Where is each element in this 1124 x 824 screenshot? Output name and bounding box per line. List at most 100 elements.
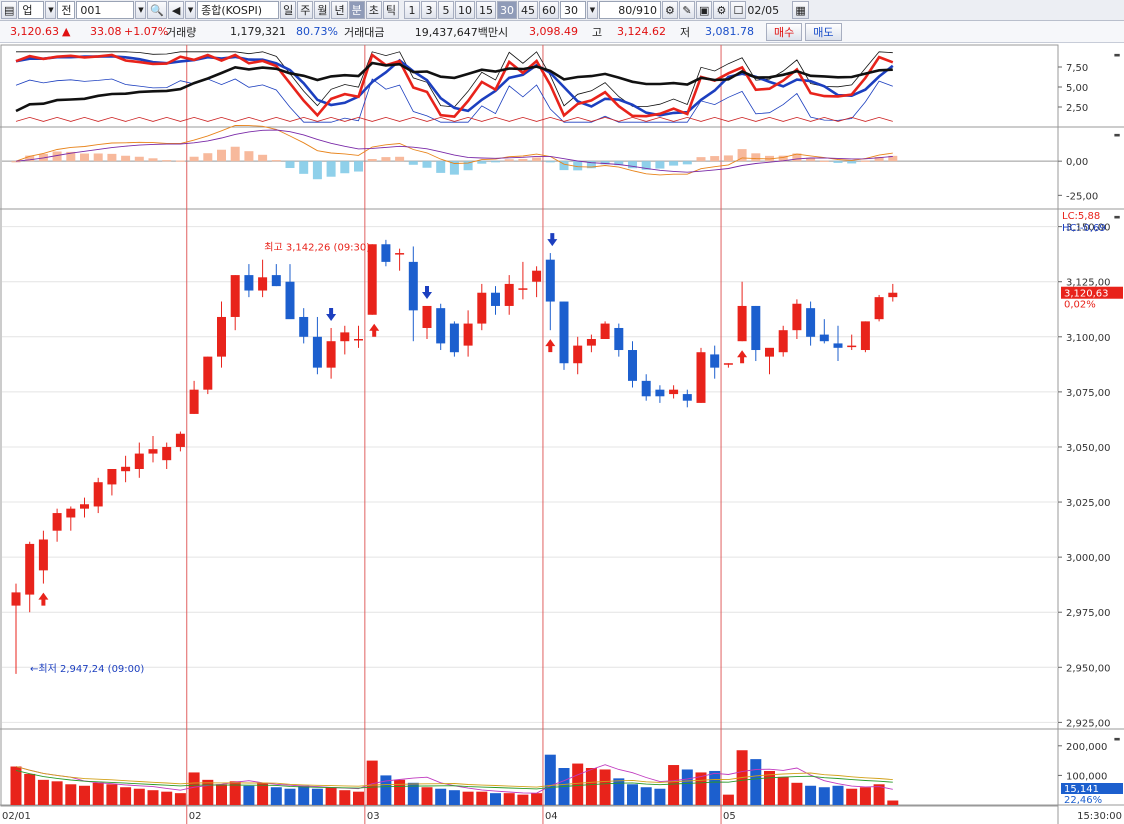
volume-bar — [243, 785, 255, 805]
market-type-value: 업 — [22, 4, 33, 17]
candle-body — [258, 277, 268, 291]
macd-histogram-bar — [80, 153, 89, 162]
candle-body — [121, 466, 131, 472]
market-type-select[interactable]: 업 — [18, 1, 45, 19]
volume-bar — [544, 754, 556, 805]
window-menu-icon[interactable]: ▤ — [1, 1, 18, 19]
interval-dropdown-icon[interactable]: ▼ — [586, 1, 598, 19]
macd-histogram-bar — [545, 161, 555, 163]
volume-bar — [10, 766, 22, 805]
volume-bar — [585, 768, 597, 805]
volume-bar — [216, 784, 227, 805]
volume-bar — [887, 800, 899, 805]
low-annotation: ←최저 2,947,24 (09:00) — [30, 663, 144, 675]
volume-bar — [476, 791, 488, 805]
draw-tool-icon[interactable]: ✎ — [678, 1, 695, 19]
candle-body — [491, 292, 500, 306]
ind2-tick-label: 0,00 — [1066, 157, 1088, 168]
macd-histogram-bar — [669, 161, 679, 166]
sell-signal-arrow — [422, 285, 432, 299]
interval-button-15[interactable]: 15 — [475, 1, 496, 19]
pane-maximize-icon[interactable]: ▬ — [1114, 131, 1121, 139]
last-pct-label: 0,02% — [1064, 300, 1096, 311]
volume-bar — [311, 788, 323, 805]
pane-maximize-icon[interactable]: ▬ — [1114, 213, 1121, 221]
volume-bar — [257, 782, 269, 805]
macd-histogram-bar — [477, 161, 487, 164]
tab-period-second[interactable]: 초 — [365, 1, 382, 19]
up-arrow-icon: ▲ — [62, 25, 71, 38]
volume-bar — [353, 791, 364, 805]
candle-body — [162, 446, 172, 461]
gear-icon[interactable]: ⚙ — [713, 1, 730, 19]
stock-chart[interactable]: ▬▬▬▬3,150,003,125,003,100,003,075,003,05… — [0, 43, 1124, 824]
interval-button-45[interactable]: 45 — [517, 1, 538, 19]
hc-label: HC:-0,69 — [1062, 223, 1106, 234]
tab-label: 년 — [334, 4, 345, 17]
volume-bar — [421, 787, 433, 805]
code-type-select[interactable]: 전 — [57, 1, 76, 19]
macd-histogram-bar — [285, 161, 295, 169]
code-dropdown-icon[interactable]: ▼ — [135, 1, 147, 19]
volume-bar — [517, 794, 529, 805]
macd-histogram-bar — [93, 153, 103, 162]
volume-bar — [284, 788, 296, 805]
tab-period-week[interactable]: 주 — [297, 1, 314, 19]
market-type-dropdown-icon[interactable]: ▼ — [45, 1, 57, 19]
date-field[interactable]: 02/05 — [747, 1, 791, 19]
candle-body — [134, 453, 144, 469]
macd-histogram-bar — [395, 156, 405, 162]
volume-bar — [325, 787, 337, 805]
buy-signal-arrow — [737, 350, 748, 364]
sell-button[interactable]: 매도 — [805, 22, 842, 41]
candle-body — [559, 301, 569, 364]
candle-body — [477, 292, 487, 324]
interval-button-5[interactable]: 5 — [437, 1, 454, 19]
date-checkbox[interactable]: ☐ — [730, 1, 747, 19]
tab-period-tick[interactable]: 틱 — [382, 1, 399, 19]
interval-button-3[interactable]: 3 — [420, 1, 437, 19]
low-value: 3,081.78 — [705, 25, 754, 38]
tab-period-day[interactable]: 일 — [280, 1, 297, 19]
candle-body — [175, 433, 185, 447]
tab-period-month[interactable]: 월 — [314, 1, 331, 19]
price-tick-label: 3,000,00 — [1066, 553, 1111, 564]
interval-value: 30 — [563, 3, 578, 17]
volume-bar — [627, 784, 638, 805]
volume-bar — [202, 779, 214, 805]
pane-maximize-icon[interactable]: ▬ — [1114, 735, 1121, 743]
macd-histogram-bar — [819, 160, 829, 162]
interval-button-60[interactable]: 60 — [538, 1, 559, 19]
candle-body — [340, 332, 350, 342]
speaker-dropdown-icon[interactable]: ▼ — [185, 1, 197, 19]
interval-button-1[interactable]: 1 — [403, 1, 420, 19]
volume-bar — [394, 779, 406, 805]
speaker-icon[interactable]: ◀ — [168, 1, 185, 19]
candle-body — [682, 394, 692, 401]
tab-period-minute[interactable]: 분 — [348, 1, 365, 19]
volume-bar — [709, 770, 721, 805]
candle-body — [93, 482, 103, 507]
candle-body — [381, 244, 391, 262]
interval-button-10[interactable]: 10 — [454, 1, 475, 19]
volume-bar — [722, 794, 734, 805]
macd-histogram-bar — [121, 155, 131, 162]
candle-body — [765, 347, 774, 357]
volume-bar — [791, 782, 803, 805]
interval-input[interactable]: 30 — [559, 1, 586, 19]
tab-period-year[interactable]: 년 — [331, 1, 348, 19]
bar-count-field[interactable]: 80/910 — [598, 1, 661, 19]
macd-histogram-bar — [354, 161, 363, 172]
save-icon[interactable]: ▣ — [695, 1, 713, 19]
code-input[interactable]: 001 — [76, 1, 135, 19]
chart-tools-icon[interactable]: ⚙ — [661, 1, 678, 19]
candle-body — [860, 321, 870, 351]
candle-body — [463, 323, 473, 346]
interval-label: 5 — [442, 3, 450, 17]
buy-button[interactable]: 매수 — [766, 22, 803, 41]
interval-button-30[interactable]: 30 — [496, 1, 517, 19]
search-icon[interactable]: 🔍 — [147, 1, 168, 19]
pane-maximize-icon[interactable]: ▬ — [1114, 51, 1121, 59]
calendar-icon[interactable]: ▦ — [792, 1, 809, 19]
candle-body — [285, 281, 295, 320]
